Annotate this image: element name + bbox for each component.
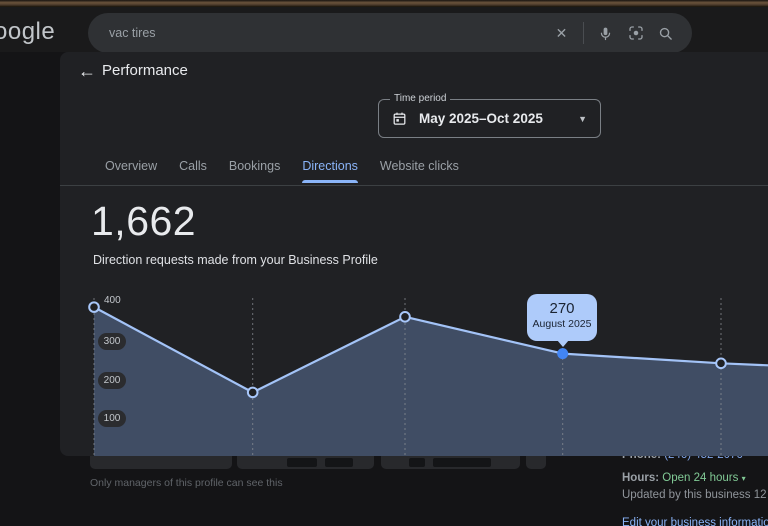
search-query-text[interactable]: vac tires — [109, 26, 553, 40]
tabs-divider — [60, 185, 768, 186]
performance-dialog: ← Performance Time period May 2025–Oct 2… — [60, 52, 768, 456]
metric-tabs: Overview Calls Bookings Directions Websi… — [105, 159, 459, 183]
time-period-label: Time period — [390, 93, 451, 104]
chevron-down-icon[interactable]: ▼ — [578, 114, 587, 124]
tooltip-value: 270 — [549, 300, 575, 317]
metric-total: 1,662 — [91, 198, 197, 244]
microphone-icon[interactable] — [597, 25, 614, 42]
browser-top-edge — [0, 0, 768, 7]
tab-bookings[interactable]: Bookings — [229, 159, 280, 183]
y-axis-tick-400: 400 — [104, 295, 121, 306]
google-logo: oogle — [0, 18, 56, 45]
back-arrow-icon[interactable]: ← — [76, 60, 98, 82]
hours-expand-icon[interactable]: ▾ — [742, 474, 746, 483]
time-period-value: May 2025–Oct 2025 — [419, 111, 543, 126]
directions-chart — [88, 298, 768, 456]
search-divider — [583, 22, 584, 44]
tooltip-pointer — [557, 340, 569, 347]
y-axis-tick-300: 300 — [98, 333, 126, 350]
tab-calls[interactable]: Calls — [179, 159, 207, 183]
tooltip-date: August 2025 — [532, 318, 592, 330]
tab-directions[interactable]: Directions — [302, 159, 358, 183]
y-axis-tick-100: 100 — [98, 410, 126, 427]
page-title: Performance — [102, 62, 188, 79]
clear-search-icon[interactable]: ✕ — [553, 25, 570, 42]
managers-only-note: Only managers of this profile can see th… — [90, 477, 283, 489]
hours-value[interactable]: Open 24 hours — [662, 472, 738, 484]
y-axis-tick-200: 200 — [98, 372, 126, 389]
hours-label: Hours: — [622, 472, 660, 484]
google-lens-icon[interactable] — [627, 25, 644, 42]
search-icon[interactable] — [657, 25, 674, 42]
metric-description: Direction requests made from your Busine… — [93, 253, 378, 267]
hours-row: Hours: Open 24 hours ▾ — [622, 472, 746, 484]
tab-website-clicks[interactable]: Website clicks — [380, 159, 459, 183]
time-period-selector[interactable]: Time period May 2025–Oct 2025 ▼ — [378, 93, 601, 138]
tab-overview[interactable]: Overview — [105, 159, 157, 183]
chart-tooltip: 270 August 2025 — [527, 294, 597, 341]
search-bar[interactable]: vac tires ✕ — [88, 13, 692, 53]
updated-by-text: Updated by this business 12 wee — [622, 489, 768, 501]
edit-business-info-link[interactable]: Edit your business information — [622, 517, 768, 526]
calendar-icon — [392, 111, 407, 126]
